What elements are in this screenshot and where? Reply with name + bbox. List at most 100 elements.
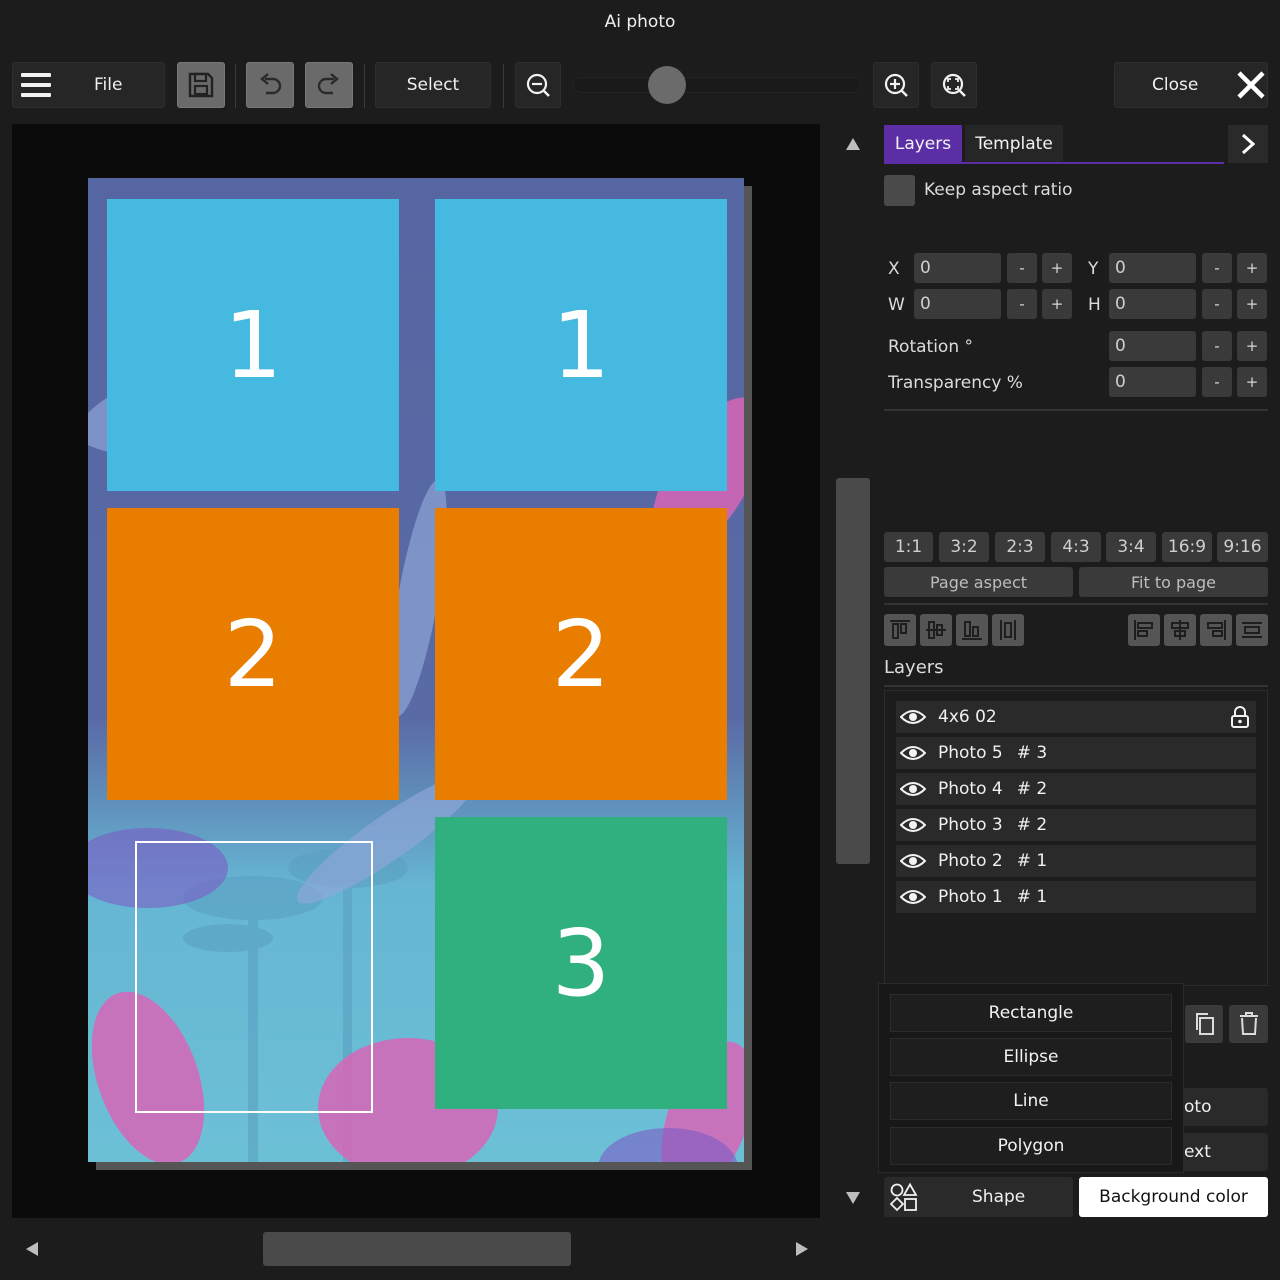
w-input[interactable]: 0 <box>914 289 1001 319</box>
shape-button[interactable]: Shape <box>884 1177 1073 1217</box>
shape-menu-ellipse[interactable]: Ellipse <box>890 1038 1172 1076</box>
layer-row-photo-5[interactable]: Photo 5 # 3 <box>896 737 1256 769</box>
layer-row-photo-4[interactable]: Photo 4 # 2 <box>896 773 1256 805</box>
h-increment-button[interactable]: + <box>1237 289 1267 319</box>
ratio-1-1-button[interactable]: 1:1 <box>884 532 933 562</box>
page-aspect-button[interactable]: Page aspect <box>884 567 1073 597</box>
x-input[interactable]: 0 <box>914 253 1001 283</box>
w-increment-button[interactable]: + <box>1042 289 1072 319</box>
zoom-slider-track <box>573 77 861 93</box>
align-center-button[interactable] <box>1164 614 1196 646</box>
panel-divider <box>884 409 1268 411</box>
ratio-4-3-button[interactable]: 4:3 <box>1051 532 1101 562</box>
visibility-eye-icon[interactable] <box>900 709 926 725</box>
horizontal-scrollbar[interactable] <box>12 1228 822 1270</box>
align-right-button[interactable] <box>1200 614 1232 646</box>
save-button[interactable] <box>177 62 225 108</box>
ratio-9-16-button[interactable]: 9:16 <box>1217 532 1268 562</box>
h-decrement-button[interactable]: - <box>1202 289 1232 319</box>
distribute-vertical-button[interactable] <box>992 614 1024 646</box>
layer-row-photo-2[interactable]: Photo 2 # 1 <box>896 845 1256 877</box>
scroll-down-icon[interactable] <box>846 1192 860 1204</box>
horizontal-scroll-thumb[interactable] <box>263 1232 571 1266</box>
close-button[interactable]: Close <box>1114 62 1268 108</box>
visibility-eye-icon[interactable] <box>900 745 926 761</box>
rotation-decrement-button[interactable]: - <box>1202 331 1232 361</box>
duplicate-layer-button[interactable] <box>1185 1005 1223 1043</box>
background-color-button[interactable]: Background color <box>1079 1177 1268 1217</box>
vertical-scrollbar[interactable] <box>834 124 872 1218</box>
y-input[interactable]: 0 <box>1109 253 1196 283</box>
layer-slot-number: # 2 <box>1016 815 1048 835</box>
tab-layers[interactable]: Layers <box>884 125 962 163</box>
w-decrement-button[interactable]: - <box>1007 289 1037 319</box>
rotation-increment-button[interactable]: + <box>1237 331 1267 361</box>
photo-slot-2b[interactable]: 2 <box>435 508 727 800</box>
ratio-2-3-button[interactable]: 2:3 <box>995 532 1045 562</box>
visibility-eye-icon[interactable] <box>900 781 926 797</box>
align-middle-button[interactable] <box>920 614 952 646</box>
scroll-up-icon[interactable] <box>846 138 860 150</box>
undo-button[interactable] <box>246 62 294 108</box>
align-top-button[interactable] <box>884 614 916 646</box>
delete-layer-button[interactable] <box>1229 1005 1268 1043</box>
add-photo-label: oto <box>1184 1097 1212 1117</box>
photo-slot-1b[interactable]: 1 <box>435 199 727 491</box>
tab-template[interactable]: Template <box>965 125 1063 163</box>
fit-to-page-button[interactable]: Fit to page <box>1079 567 1268 597</box>
photo-slot-2a[interactable]: 2 <box>107 508 399 800</box>
transparency-decrement-button[interactable]: - <box>1202 367 1232 397</box>
layer-row-photo-3[interactable]: Photo 3 # 2 <box>896 809 1256 841</box>
vertical-scroll-thumb[interactable] <box>836 478 870 864</box>
toolbar-divider <box>364 64 365 108</box>
transparency-input[interactable]: 0 <box>1109 367 1196 397</box>
toolbar-divider <box>235 64 236 108</box>
x-decrement-button[interactable]: - <box>1007 253 1037 283</box>
file-menu-button[interactable]: File <box>12 62 165 108</box>
add-text-button[interactable]: ext <box>1170 1133 1268 1171</box>
photo-slot-1a[interactable]: 1 <box>107 199 399 491</box>
slot-number: 3 <box>551 909 611 1017</box>
visibility-eye-icon[interactable] <box>900 817 926 833</box>
transparency-increment-button[interactable]: + <box>1237 367 1267 397</box>
file-label: File <box>94 75 123 95</box>
select-button[interactable]: Select <box>375 62 491 108</box>
shape-label: Shape <box>972 1187 1026 1207</box>
scroll-left-icon[interactable] <box>26 1242 38 1256</box>
y-decrement-button[interactable]: - <box>1202 253 1232 283</box>
rotation-input[interactable]: 0 <box>1109 331 1196 361</box>
scroll-right-icon[interactable] <box>796 1242 808 1256</box>
zoom-fit-button[interactable] <box>931 62 977 108</box>
h-input[interactable]: 0 <box>1109 289 1196 319</box>
align-left-button[interactable] <box>1128 614 1160 646</box>
ratio-3-4-button[interactable]: 3:4 <box>1106 532 1156 562</box>
chevron-right-icon <box>1241 133 1255 155</box>
shape-menu-line[interactable]: Line <box>890 1082 1172 1120</box>
add-photo-button[interactable]: oto <box>1170 1088 1268 1126</box>
distribute-horizontal-button[interactable] <box>1236 614 1268 646</box>
x-increment-button[interactable]: + <box>1042 253 1072 283</box>
zoom-slider[interactable] <box>573 66 861 104</box>
visibility-eye-icon[interactable] <box>900 889 926 905</box>
shape-menu-rectangle[interactable]: Rectangle <box>890 994 1172 1032</box>
y-increment-button[interactable]: + <box>1237 253 1267 283</box>
keep-aspect-checkbox[interactable] <box>884 175 915 206</box>
zoom-in-button[interactable] <box>873 62 919 108</box>
redo-button[interactable] <box>305 62 353 108</box>
toolbar-divider <box>503 64 504 108</box>
undo-icon <box>260 73 282 95</box>
visibility-eye-icon[interactable] <box>900 853 926 869</box>
align-bottom-button[interactable] <box>956 614 988 646</box>
layer-row-background[interactable]: 4x6 02 <box>896 701 1256 733</box>
layer-row-photo-1[interactable]: Photo 1 # 1 <box>896 881 1256 913</box>
template-page[interactable]: 1 1 2 2 3 <box>88 178 744 1162</box>
save-icon <box>188 72 214 98</box>
photo-slot-3[interactable]: 3 <box>435 817 727 1109</box>
lock-icon[interactable] <box>1230 706 1250 728</box>
ratio-16-9-button[interactable]: 16:9 <box>1162 532 1212 562</box>
zoom-out-button[interactable] <box>515 62 561 108</box>
shape-menu-polygon[interactable]: Polygon <box>890 1127 1172 1165</box>
panel-collapse-button[interactable] <box>1228 125 1268 163</box>
ratio-3-2-button[interactable]: 3:2 <box>939 532 989 562</box>
zoom-slider-handle[interactable] <box>648 66 686 104</box>
